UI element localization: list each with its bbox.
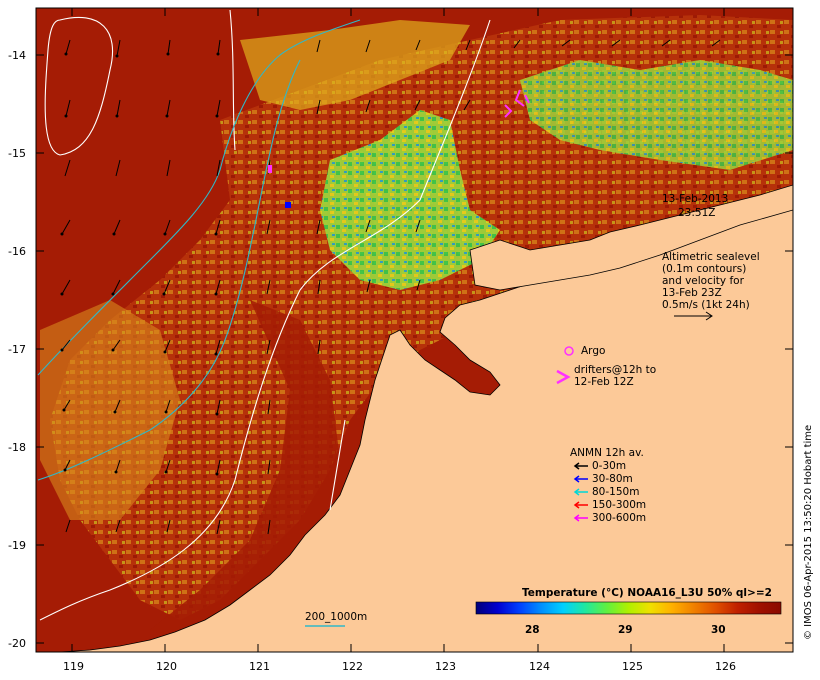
timestamp-time: 23:51Z xyxy=(678,207,715,219)
argo-label: Argo xyxy=(581,345,605,357)
colorbar-tick: 29 xyxy=(618,624,633,636)
lon-tick-label: 125 xyxy=(622,660,643,673)
sealevel-note-line: and velocity for xyxy=(662,275,745,287)
anmn-title: ANMN 12h av. xyxy=(570,447,644,459)
colorbar-title: Temperature (°C) NOAA16_L3U 50% ql>=2 xyxy=(522,587,772,599)
sealevel-note-line: 0.5m/s (1kt 24h) xyxy=(662,299,750,311)
lon-tick-label: 121 xyxy=(249,660,270,673)
lat-tick-label: -17 xyxy=(8,343,26,356)
lon-tick-label: 124 xyxy=(529,660,550,673)
drifter-label-line: 12-Feb 12Z xyxy=(574,376,634,388)
depth-contour-label: 200_1000m xyxy=(305,611,367,623)
credit-text: © IMOS 06-Apr-2015 13:50:20 Hobart time xyxy=(803,425,814,640)
lat-tick-label: -20 xyxy=(8,637,26,650)
lat-tick-labels: -14 -15 -16 -17 -18 -19 -20 xyxy=(8,49,26,650)
anmn-item-label: 80-150m xyxy=(592,486,639,498)
lon-tick-label: 122 xyxy=(342,660,363,673)
sealevel-note-line: 13-Feb 23Z xyxy=(662,287,722,299)
sealevel-note-line: Altimetric sealevel xyxy=(662,251,760,263)
sealevel-note-line: (0.1m contours) xyxy=(662,263,746,275)
anmn-mooring-magenta xyxy=(268,165,272,173)
sst-map: 200_1000m -14 -15 -16 -17 -18 -19 -20 11… xyxy=(8,7,814,673)
anmn-item-label: 300-600m xyxy=(592,512,646,524)
lat-tick-label: -14 xyxy=(8,49,26,62)
lat-tick-label: -18 xyxy=(8,441,26,454)
colorbar-tick: 30 xyxy=(711,624,726,636)
lon-tick-label: 119 xyxy=(63,660,84,673)
lon-tick-label: 123 xyxy=(435,660,456,673)
lat-tick-label: -15 xyxy=(8,147,26,160)
anmn-item-label: 30-80m xyxy=(592,473,633,485)
anmn-mooring-blue xyxy=(285,202,291,208)
anmn-item-label: 0-30m xyxy=(592,460,626,472)
colorbar-tick: 28 xyxy=(525,624,540,636)
lon-tick-labels: 119 120 121 122 123 124 125 126 xyxy=(63,660,736,673)
lon-tick-label: 126 xyxy=(715,660,736,673)
anmn-item-label: 150-300m xyxy=(592,499,646,511)
timestamp-date: 13-Feb-2013 xyxy=(662,193,728,205)
drifter-label-line: drifters@12h to xyxy=(574,364,656,376)
lon-tick-label: 120 xyxy=(156,660,177,673)
lat-tick-label: -16 xyxy=(8,245,26,258)
plot-area: 200_1000m xyxy=(36,8,793,652)
colorbar-ramp xyxy=(475,601,782,615)
lat-tick-label: -19 xyxy=(8,539,26,552)
